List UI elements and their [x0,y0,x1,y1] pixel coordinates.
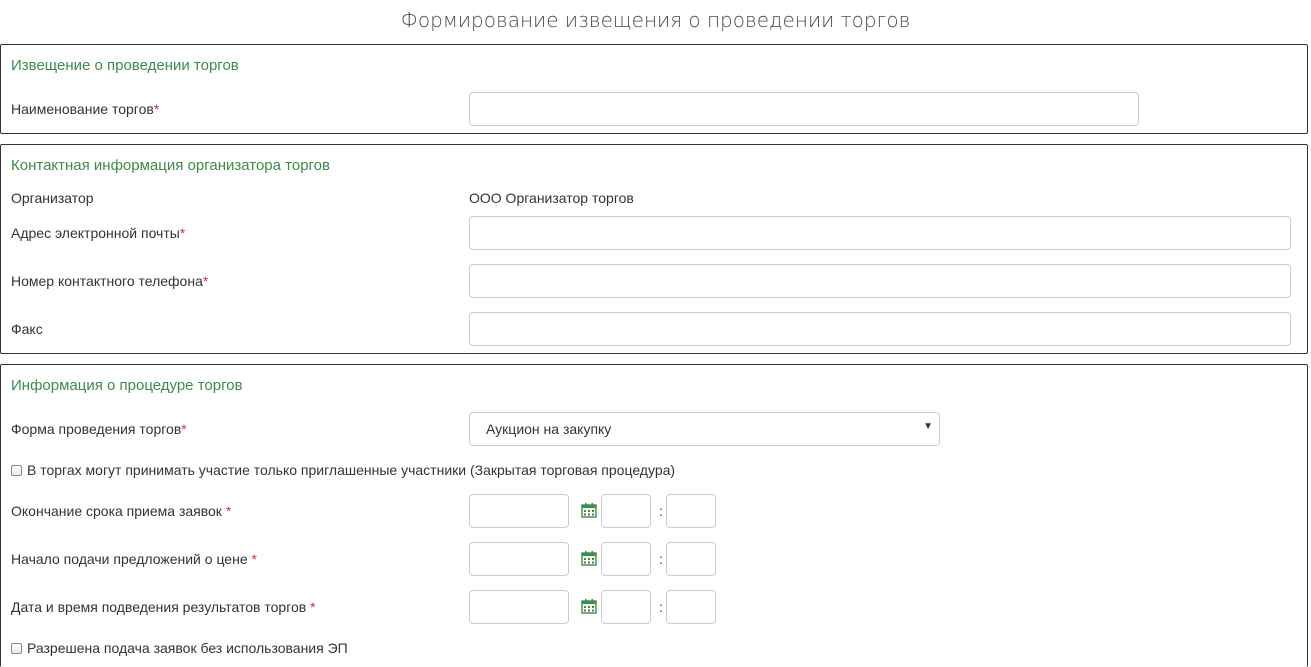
results-hour-input[interactable] [601,590,651,624]
procedure-panel: Информация о процедуре торгов Форма пров… [0,364,1308,667]
required-mark: * [181,421,187,437]
deadline-minute-input[interactable] [666,494,716,528]
contact-panel: Контактная информация организатора торго… [0,144,1308,354]
fax-label: Факс [11,321,43,337]
caret-down-icon: ▼ [923,421,933,432]
notice-panel: Извещение о проведении торгов Наименован… [0,44,1308,134]
closed-procedure-checkbox[interactable] [11,464,22,476]
start-date-input[interactable] [469,542,569,576]
calendar-icon[interactable] [581,598,597,614]
results-label: Дата и время подведения результатов торг… [11,599,316,615]
no-ep-row: Разрешена подача заявок без использовани… [11,640,348,656]
trade-name-input[interactable] [469,92,1139,126]
closed-procedure-row: В торгах могут принимать участие только … [11,462,675,478]
required-mark: * [310,599,316,615]
phone-label: Номер контактного телефона* [11,273,208,289]
form-label-text: Форма проведения торгов [11,421,182,437]
required-mark: * [153,101,160,117]
email-label: Адрес электронной почты* [11,225,185,241]
trade-form-select[interactable]: Аукцион на закупку ▼ [469,412,940,446]
required-mark: * [225,503,232,519]
deadline-label-text: Окончание срока приема заявок [11,503,222,519]
start-hour-input[interactable] [601,542,651,576]
no-ep-checkbox[interactable] [11,642,22,654]
no-ep-label: Разрешена подача заявок без использовани… [27,640,348,656]
calendar-icon[interactable] [581,502,597,518]
closed-procedure-label: В торгах могут принимать участие только … [27,462,676,478]
required-mark: * [179,225,186,241]
start-label-text: Начало подачи предложений о цене [11,551,248,567]
trade-form-selected: Аукцион на закупку [486,421,612,437]
time-separator: : [659,551,663,567]
required-mark: * [202,273,209,289]
deadline-label: Окончание срока приема заявок * [11,503,231,519]
fax-input[interactable] [469,312,1291,346]
email-input[interactable] [469,216,1291,250]
required-mark: * [251,551,257,567]
time-separator: : [659,599,663,615]
time-separator: : [659,503,663,519]
page-title: Формирование извещения о проведении торг… [400,8,911,32]
deadline-hour-input[interactable] [601,494,651,528]
start-label: Начало подачи предложений о цене * [11,551,257,567]
results-minute-input[interactable] [666,590,716,624]
email-label-text: Адрес электронной почты [11,225,180,241]
notice-heading: Извещение о проведении торгов [11,57,239,74]
form-label: Форма проведения торгов* [11,421,187,437]
results-date-input[interactable] [469,590,569,624]
trade-name-label-text: Наименование торгов [11,101,154,117]
start-minute-input[interactable] [666,542,716,576]
procedure-heading: Информация о процедуре торгов [11,377,243,394]
organizer-value: ООО Организатор торгов [469,190,634,206]
trade-name-label: Наименование торгов* [11,101,159,117]
results-label-text: Дата и время подведения результатов торг… [11,599,307,615]
contact-heading: Контактная информация организатора торго… [11,157,330,174]
phone-input[interactable] [469,264,1291,298]
deadline-date-input[interactable] [469,494,569,528]
phone-label-text: Номер контактного телефона [11,273,203,289]
organizer-label: Организатор [11,190,94,206]
calendar-icon[interactable] [581,550,597,566]
